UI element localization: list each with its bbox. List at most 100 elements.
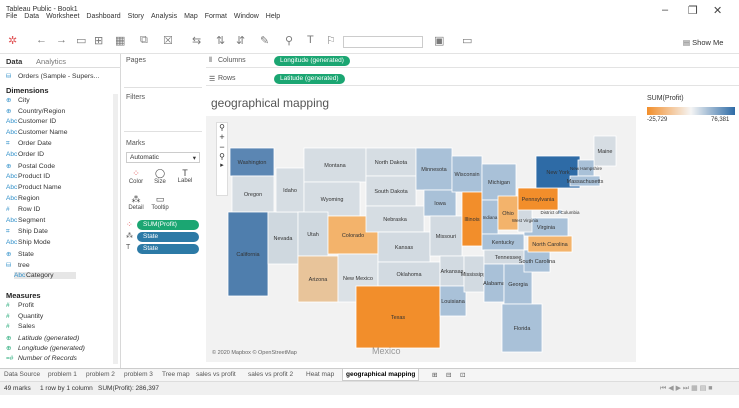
detail-icon: ⁂ xyxy=(131,194,141,204)
menu-data[interactable]: Data xyxy=(24,13,39,20)
mark-pill-profit[interactable]: SUM(Profit) xyxy=(137,220,199,230)
forward-icon[interactable]: → xyxy=(56,34,67,46)
measure-item[interactable]: =# Number of Records xyxy=(6,355,77,362)
menu-bar: File Data Worksheet Dashboard Story Analysis M… xyxy=(6,13,739,25)
measure-item[interactable]: # Quantity xyxy=(6,313,43,320)
dimension-item[interactable]: AbcProduct ID xyxy=(6,173,50,180)
duplicate-icon[interactable]: ⧉ xyxy=(140,34,148,47)
sort-asc-icon[interactable]: ⇅ xyxy=(216,34,225,47)
clear-icon[interactable]: ☒ xyxy=(163,34,173,47)
color-button[interactable]: ⁘ Color xyxy=(126,168,146,189)
menu-worksheet[interactable]: Worksheet xyxy=(46,13,79,20)
us-state-map[interactable]: Washington Oregon California Nevada Idaho Mon… xyxy=(206,116,636,362)
pin-icon[interactable]: ⚲ xyxy=(285,34,293,47)
dimension-item[interactable]: AbcOrder ID xyxy=(6,151,44,158)
state-label: Florida xyxy=(514,326,532,332)
menu-window[interactable]: Window xyxy=(234,13,259,20)
pin-map-icon[interactable]: ⚲ xyxy=(217,152,227,161)
fit-dropdown[interactable] xyxy=(343,36,423,48)
state-label: Michigan xyxy=(488,180,510,186)
label-pill-icon: T xyxy=(126,244,131,251)
state-label: Pennsylvania xyxy=(522,197,556,203)
fix-axes-icon[interactable]: ⚐ xyxy=(326,34,336,47)
dimension-label: Category xyxy=(26,272,54,279)
tab-problem-2[interactable]: problem 2 xyxy=(86,371,115,378)
menu-file[interactable]: File xyxy=(6,13,17,20)
share-icon[interactable]: ▭ xyxy=(462,34,472,47)
columns-pill[interactable]: Longitude (generated) xyxy=(274,56,350,66)
detail-button[interactable]: ⁂ Detail xyxy=(126,194,146,215)
menu-map[interactable]: Map xyxy=(184,13,198,20)
field-type-icon: Abc xyxy=(6,184,18,191)
dimension-item[interactable]: AbcCategory xyxy=(14,272,76,279)
expand-icon[interactable]: ▸ xyxy=(217,161,227,169)
dimension-item[interactable]: ⊕ City xyxy=(6,96,30,104)
new-worksheet-icon[interactable]: ▦ xyxy=(115,34,125,47)
search-icon[interactable]: ⚲ xyxy=(217,123,227,132)
zoom-out-icon[interactable]: − xyxy=(217,142,227,152)
sheet-nav-icon[interactable]: ⏮ ◀ ▶ ⏭ ▦ ▤ ■ xyxy=(660,384,713,393)
label-icon[interactable]: T xyxy=(307,34,314,46)
measure-item[interactable]: ⊕ Latitude (generated) xyxy=(6,334,79,342)
measure-item[interactable]: # Sales xyxy=(6,323,35,330)
presentation-icon[interactable]: ▣ xyxy=(434,34,444,47)
tab-heat-map[interactable]: Heat map xyxy=(306,371,334,378)
sheet-tabs: Data Source problem 1 problem 2 problem … xyxy=(0,368,739,381)
tab-problem-3[interactable]: problem 3 xyxy=(124,371,153,378)
tooltip-button[interactable]: ▭ Tooltip xyxy=(150,194,170,215)
datasource-item[interactable]: ⛁ Orders (Sample - Supers... xyxy=(6,72,99,80)
dimension-item[interactable]: AbcCustomer Name xyxy=(6,129,67,136)
label-button[interactable]: T Label xyxy=(175,168,195,189)
tab-tree-map[interactable]: Tree map xyxy=(162,371,190,378)
dimension-item[interactable]: AbcShip Mode xyxy=(6,239,51,246)
menu-analysis[interactable]: Analysis xyxy=(151,13,177,20)
dimension-item[interactable]: ⛁ tree xyxy=(6,261,30,269)
filters-shelf[interactable] xyxy=(124,106,202,132)
mark-pill-state-label[interactable]: State xyxy=(137,244,199,254)
size-button[interactable]: ◯ Size xyxy=(150,168,170,189)
new-sheet-icon[interactable]: ⊞ xyxy=(432,371,437,379)
dimension-item[interactable]: ⊕ Country/Region xyxy=(6,107,65,115)
tab-sales-vs-profit-2[interactable]: sales vs profit 2 xyxy=(248,371,293,378)
pages-shelf[interactable] xyxy=(124,68,202,88)
back-icon[interactable]: ← xyxy=(36,34,47,46)
swap-icon[interactable]: ⇆ xyxy=(192,34,201,47)
dimension-item[interactable]: ⊕ State xyxy=(6,250,34,258)
zoom-in-icon[interactable]: + xyxy=(217,132,227,142)
menu-help[interactable]: Help xyxy=(266,13,280,20)
database-icon: ⛁ xyxy=(6,73,12,80)
mark-pill-state[interactable]: State xyxy=(137,232,199,242)
dimension-item[interactable]: AbcProduct Name xyxy=(6,184,61,191)
dimension-item[interactable]: ⊕ Postal Code xyxy=(6,162,55,170)
dimension-item[interactable]: # Row ID xyxy=(6,206,40,213)
save-icon[interactable]: ▭ xyxy=(76,34,86,47)
dimension-item[interactable]: AbcRegion xyxy=(6,195,40,202)
menu-dashboard[interactable]: Dashboard xyxy=(86,13,120,20)
tab-problem-1[interactable]: problem 1 xyxy=(48,371,77,378)
sort-desc-icon[interactable]: ⇵ xyxy=(236,34,245,47)
columns-shelf[interactable]: ⦀ Columns Longitude (generated) xyxy=(206,54,739,68)
measure-item[interactable]: # Profit xyxy=(6,302,34,309)
rows-pill[interactable]: Latitude (generated) xyxy=(274,74,345,84)
tab-analytics[interactable]: Analytics xyxy=(36,57,66,66)
tab-sales-vs-profit[interactable]: sales vs profit xyxy=(196,371,236,378)
mark-type-dropdown[interactable]: Automatic ▾ xyxy=(126,152,200,163)
tab-data[interactable]: Data xyxy=(6,57,22,66)
show-me-button[interactable]: ▤ Show Me xyxy=(683,38,723,47)
data-panel-scrollbar[interactable] xyxy=(113,94,118,364)
measure-item[interactable]: ⊕ Longitude (generated) xyxy=(6,344,85,352)
rows-shelf[interactable]: ☰ Rows Latitude (generated) xyxy=(206,72,739,86)
menu-story[interactable]: Story xyxy=(128,13,144,20)
tab-data-source[interactable]: Data Source xyxy=(4,371,40,378)
dimension-item[interactable]: AbcSegment xyxy=(6,217,45,224)
dimension-item[interactable]: AbcCustomer ID xyxy=(6,118,56,125)
dimension-item[interactable]: ⌗ Order Date xyxy=(6,140,52,148)
highlight-icon[interactable]: ✎ xyxy=(260,34,269,47)
dimension-item[interactable]: ⌗ Ship Date xyxy=(6,228,48,236)
color-label: Color xyxy=(128,179,144,185)
new-dashboard-icon[interactable]: ⊟ xyxy=(446,371,451,379)
menu-format[interactable]: Format xyxy=(205,13,227,20)
tab-geographical-mapping[interactable]: geographical mapping xyxy=(342,369,420,381)
add-datasource-icon[interactable]: ⊞ xyxy=(94,34,103,47)
new-story-icon[interactable]: ⊡ xyxy=(460,371,465,379)
